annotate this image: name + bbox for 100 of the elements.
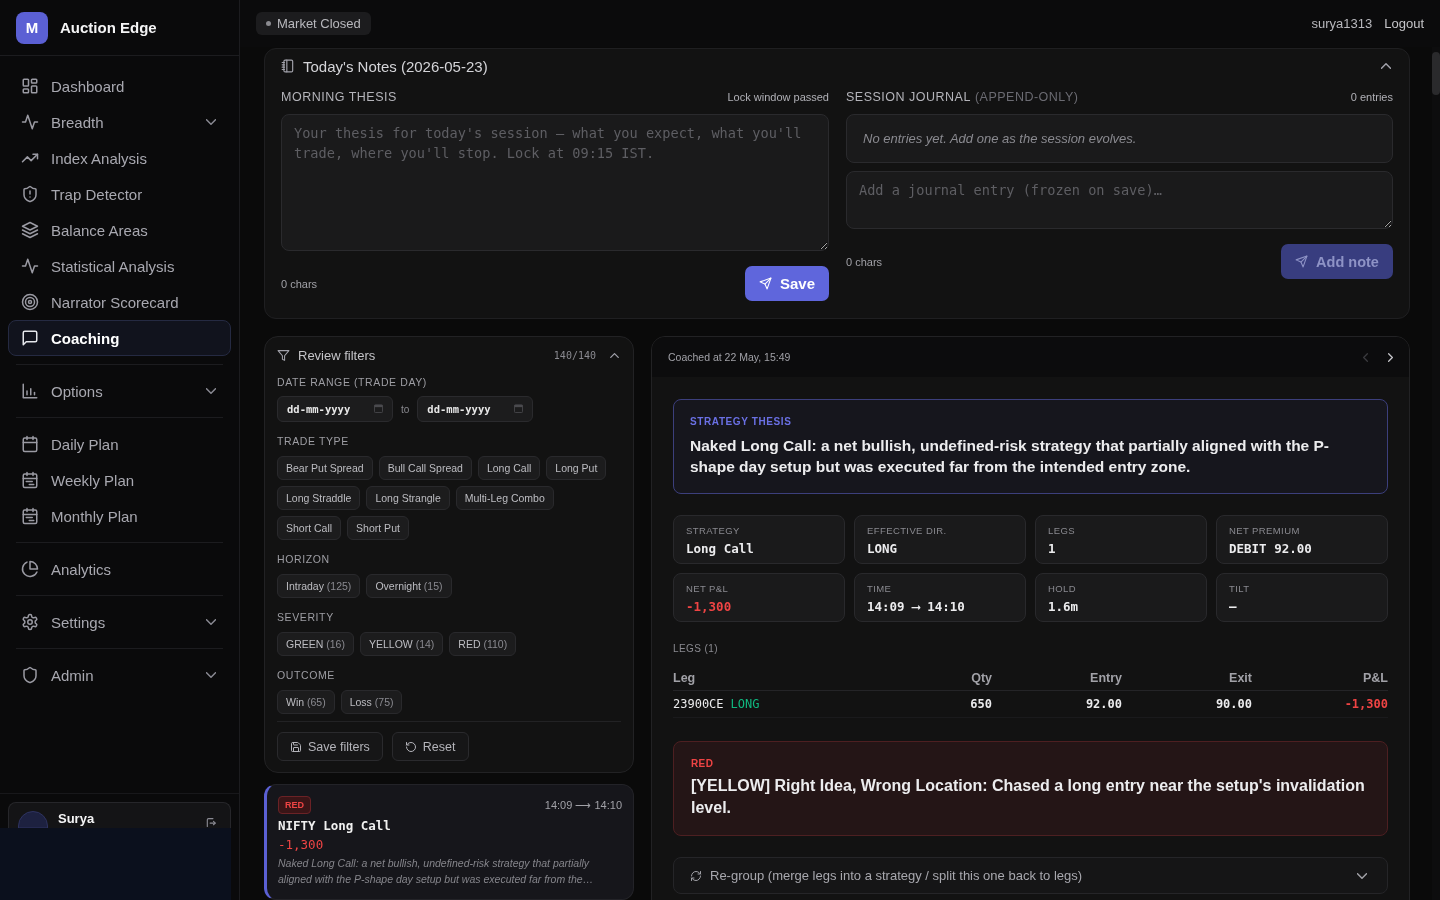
- nav-item[interactable]: Statistical Analysis: [8, 248, 231, 284]
- reset-icon: [404, 740, 417, 753]
- trade-summary: Naked Long Call: a net bullish, undefined-risk strategy that partially aligned with the P-shape day setup but was executed far from the…: [278, 856, 595, 887]
- filter-chip[interactable]: Loss (75): [340, 690, 403, 714]
- calendar-icon: [21, 435, 39, 453]
- layers-icon: [21, 221, 39, 239]
- filter-chip[interactable]: Overnight (15): [366, 574, 452, 598]
- table-cell-text: 92.00: [1084, 697, 1122, 711]
- thesis-input[interactable]: Your thesis for today's session — what you expect, what you'll trade, where you'll stop. Lock at 09:15 IST.: [281, 114, 829, 251]
- filter-chip[interactable]: YELLOW (14): [359, 632, 444, 656]
- filter-chip[interactable]: Multi-Leg Combo: [455, 486, 554, 510]
- leg-symbol: 23900CE: [673, 697, 724, 711]
- nav-item[interactable]: Admin: [8, 657, 231, 693]
- filter-section-label: HORIZON: [277, 552, 331, 566]
- filter-chip[interactable]: Bear Put Spread: [277, 456, 373, 480]
- filter-chip[interactable]: Long Put: [546, 456, 607, 480]
- save-icon: [290, 740, 302, 753]
- chevron-right-icon[interactable]: [1388, 352, 1393, 362]
- filter-chip[interactable]: Long Call: [477, 456, 541, 480]
- trade-pnl: -1,300: [278, 837, 325, 852]
- date-field[interactable]: dd-mm-yyyy: [277, 396, 393, 422]
- date-field[interactable]: dd-mm-yyyy: [417, 396, 534, 422]
- send-icon: [758, 277, 772, 290]
- app-logo: M: [16, 11, 48, 44]
- target-icon: [21, 293, 39, 311]
- filter-section-label: SEVERITY: [277, 610, 335, 624]
- nav-item[interactable]: Narrator Scorecard: [8, 284, 231, 320]
- stat-value: 1.6m: [1048, 599, 1080, 614]
- save-button[interactable]: Save: [745, 266, 829, 301]
- stat-label: TILT: [1229, 583, 1251, 594]
- nav-item[interactable]: Breadth: [8, 104, 231, 140]
- pulse-icon: [21, 257, 39, 275]
- nav-item[interactable]: Settings: [8, 604, 231, 640]
- result-count: 140/140: [553, 349, 596, 361]
- filter-chip[interactable]: RED (110): [449, 632, 517, 656]
- chevron-down-icon[interactable]: [206, 672, 216, 678]
- verdict-text: [YELLOW] Right Idea, Wrong Location: Chased a long entry near the setup's invalidation level.: [691, 776, 1366, 818]
- trade-title: NIFTY Long Call: [278, 818, 392, 833]
- nav-item[interactable]: Analytics: [8, 551, 231, 587]
- nav-item[interactable]: Dashboard: [8, 68, 231, 104]
- notebook-icon: [281, 59, 295, 73]
- legs-label: LEGS (1): [673, 642, 719, 656]
- refresh-icon: [690, 869, 702, 882]
- pulse-icon: [21, 113, 39, 131]
- market-status-text: Market Closed: [277, 16, 361, 31]
- chevron-down-icon[interactable]: [206, 119, 216, 125]
- filter-chip[interactable]: Intraday (125): [277, 574, 361, 598]
- chevron-up-icon[interactable]: [610, 352, 619, 358]
- nav-item[interactable]: Trap Detector: [8, 176, 231, 212]
- filter-chip[interactable]: Short Put: [347, 516, 409, 540]
- nav-item[interactable]: Index Analysis: [8, 140, 231, 176]
- scrollbar-thumb[interactable]: [1432, 52, 1440, 95]
- nav-item[interactable]: Daily Plan: [8, 426, 231, 462]
- filter-chip[interactable]: Long Strangle: [366, 486, 450, 510]
- trade-card[interactable]: RED 14:09 ⟶ 14:10 NIFTY Long Call -1,300 Naked Long Call: a net bullish, undefined-risk strategy that partially aligned with the P-shape day setup but was executed far from the…: [264, 784, 634, 900]
- filter-section-label: DATE RANGE (TRADE DAY): [277, 375, 428, 389]
- app-name: Auction Edge: [60, 19, 157, 36]
- filter-chip[interactable]: Long Straddle: [277, 486, 361, 510]
- nav-item[interactable]: Coaching: [8, 320, 231, 356]
- chevron-down-icon[interactable]: [206, 388, 216, 394]
- dashboard-grid-icon: [21, 77, 39, 95]
- column-header: Qty: [970, 671, 992, 685]
- filter-chip[interactable]: GREEN (16): [277, 632, 354, 656]
- reset-button[interactable]: Reset: [391, 732, 469, 761]
- journal-input[interactable]: Add a journal entry (frozen on save)…: [846, 171, 1393, 229]
- logout-link[interactable]: Logout: [1384, 16, 1424, 31]
- chevron-down-icon[interactable]: [206, 619, 216, 625]
- regroup-toggle[interactable]: Re-group (merge legs into a strategy / split this one back to legs): [673, 857, 1388, 894]
- section-label-note: (APPEND-ONLY): [974, 90, 1079, 104]
- stat-value: Long Call: [686, 541, 755, 556]
- stat-value: DEBIT 92.00: [1229, 541, 1313, 556]
- nav-item[interactable]: Monthly Plan: [8, 498, 231, 534]
- stat-label: STRATEGY: [686, 525, 741, 536]
- nav-item[interactable]: Balance Areas: [8, 212, 231, 248]
- chevron-up-icon[interactable]: [1381, 63, 1391, 69]
- bar-chart-icon: [21, 382, 39, 400]
- settings-icon: [21, 613, 39, 631]
- nav-item[interactable]: Weekly Plan: [8, 462, 231, 498]
- table-cell-text: 650: [969, 697, 992, 711]
- column-header: Entry: [1089, 671, 1122, 685]
- column-header: P&L: [1362, 671, 1388, 685]
- nav-item[interactable]: Options: [8, 373, 231, 409]
- column-header: Exit: [1228, 671, 1252, 685]
- column-header: Leg: [673, 671, 697, 685]
- filter-section-label: TRADE TYPE: [277, 434, 350, 448]
- filter-section-label: OUTCOME: [277, 668, 336, 682]
- filter-icon: [277, 348, 290, 362]
- thesis-text: Naked Long Call: a net bullish, undefined-risk strategy that partially aligned with the P-shape day setup but was executed far from the intended entry zone.: [690, 436, 1331, 477]
- range-separator: to: [401, 403, 410, 415]
- empty-message: No entries yet. Add one as the session evolves.: [863, 131, 1137, 146]
- username: surya1313: [1311, 16, 1373, 31]
- pie-chart-icon: [21, 560, 39, 578]
- filter-chip[interactable]: Bull Call Spread: [378, 456, 472, 480]
- send-icon: [1295, 255, 1309, 268]
- stat-label: EFFECTIVE DIR.: [867, 525, 948, 536]
- stat-label: NET PREMIUM: [1229, 525, 1301, 536]
- save-filters-button[interactable]: Save filters: [277, 732, 383, 761]
- filter-chip[interactable]: Win (65): [277, 690, 335, 714]
- filter-chip[interactable]: Short Call: [277, 516, 342, 540]
- stat-value: 14:09 ⟶ 14:10: [867, 599, 966, 614]
